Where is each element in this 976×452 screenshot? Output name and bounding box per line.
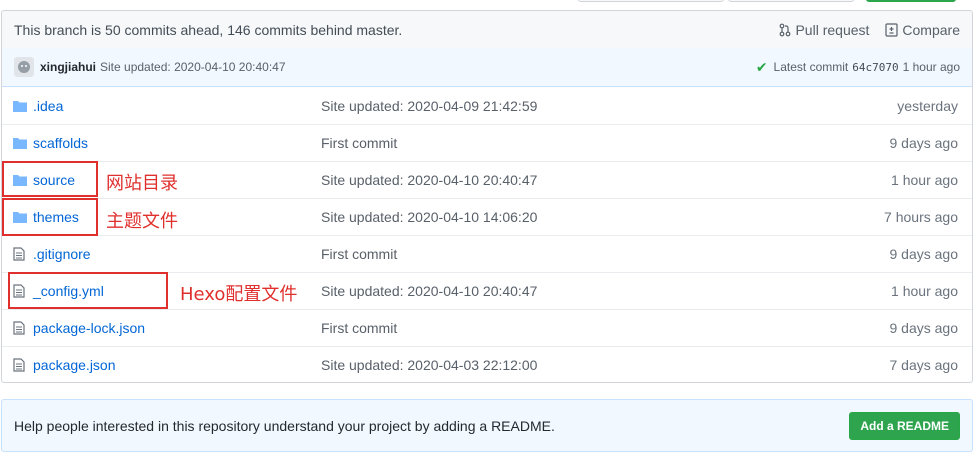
file-commit-message[interactable]: Site updated: 2020-04-09 21:42:59 [321, 98, 897, 114]
file-row-package-lock: package-lock.json First commit 9 days ag… [2, 309, 972, 346]
toolbar-button-partial[interactable] [728, 0, 854, 2]
compare-icon [885, 22, 899, 37]
file-row-scaffolds: scaffolds First commit 9 days ago [2, 124, 972, 161]
compare-link[interactable]: Compare [885, 22, 960, 38]
file-icon [13, 358, 27, 372]
file-commit-message[interactable]: First commit [321, 246, 890, 262]
file-age: 7 hours ago [884, 209, 958, 225]
commit-message[interactable]: Site updated: 2020-04-10 20:40:47 [100, 60, 756, 74]
file-age: 9 days ago [889, 246, 959, 262]
commit-author[interactable]: xingjiahui [40, 60, 96, 74]
file-age: yesterday [897, 97, 958, 114]
file-commit-message[interactable]: First commit [321, 135, 890, 151]
branch-status-text: This branch is 50 commits ahead, 146 com… [14, 21, 403, 38]
github-octocat-icon [18, 61, 30, 73]
file-name-link[interactable]: .gitignore [33, 246, 321, 262]
file-age: 9 days ago [889, 320, 959, 336]
file-commit-message[interactable]: Site updated: 2020-04-10 20:40:47 [321, 172, 891, 188]
readme-prompt-text: Help people interested in this repositor… [14, 417, 555, 434]
toolbar-button-partial[interactable] [578, 0, 724, 2]
file-name-link[interactable]: package.json [33, 357, 321, 373]
readme-prompt: Help people interested in this repositor… [1, 399, 973, 452]
annotation-label-themes: 主题文件 [106, 211, 178, 232]
file-icon [13, 247, 27, 261]
file-commit-message[interactable]: Site updated: 2020-04-03 22:12:00 [321, 357, 890, 373]
file-age: 1 hour ago [891, 283, 958, 299]
avatar[interactable] [14, 57, 34, 77]
file-age: 7 days ago [889, 357, 959, 373]
commit-age: 1 hour ago [902, 60, 960, 74]
pull-request-icon [780, 23, 791, 36]
latest-commit-bar: xingjiahui Site updated: 2020-04-10 20:4… [2, 48, 972, 87]
file-age: 9 days ago [889, 135, 959, 151]
annotation-box-config [8, 272, 168, 309]
pull-request-link[interactable]: Pull request [779, 22, 869, 38]
pull-request-label: Pull request [795, 21, 870, 38]
branch-status-bar: This branch is 50 commits ahead, 146 com… [1, 10, 973, 49]
file-age: 1 hour ago [891, 172, 958, 188]
file-commit-message[interactable]: Site updated: 2020-04-10 20:40:47 [321, 283, 891, 299]
file-name-link[interactable]: package-lock.json [33, 320, 321, 336]
check-icon: ✔ [755, 58, 768, 75]
folder-icon [13, 137, 27, 149]
annotation-label-source: 网站目录 [106, 173, 178, 194]
latest-commit-info: ✔ Latest commit 64c7070 1 hour ago [756, 59, 960, 76]
top-toolbar-remnant [0, 0, 976, 10]
annotation-label-config: Hexo配置文件 [180, 284, 298, 305]
file-row-idea: .idea Site updated: 2020-04-09 21:42:59 … [2, 87, 972, 124]
file-row-gitignore: .gitignore First commit 9 days ago [2, 235, 972, 272]
annotation-box-themes [2, 198, 98, 236]
clone-button-partial[interactable] [866, 0, 956, 2]
file-list: .idea Site updated: 2020-04-09 21:42:59 … [2, 87, 972, 383]
add-readme-button[interactable]: Add a README [849, 411, 960, 440]
file-name-link[interactable]: .idea [33, 98, 321, 114]
file-icon [13, 321, 27, 335]
latest-commit-label: Latest commit [773, 60, 849, 74]
annotation-box-source [2, 161, 98, 197]
commit-sha[interactable]: 64c7070 [852, 61, 898, 74]
file-commit-message[interactable]: First commit [321, 320, 890, 336]
folder-icon [13, 100, 27, 112]
file-row-package: package.json Site updated: 2020-04-03 22… [2, 346, 972, 383]
compare-label: Compare [902, 21, 960, 38]
file-name-link[interactable]: scaffolds [33, 135, 321, 151]
file-commit-message[interactable]: Site updated: 2020-04-10 14:06:20 [321, 209, 884, 225]
